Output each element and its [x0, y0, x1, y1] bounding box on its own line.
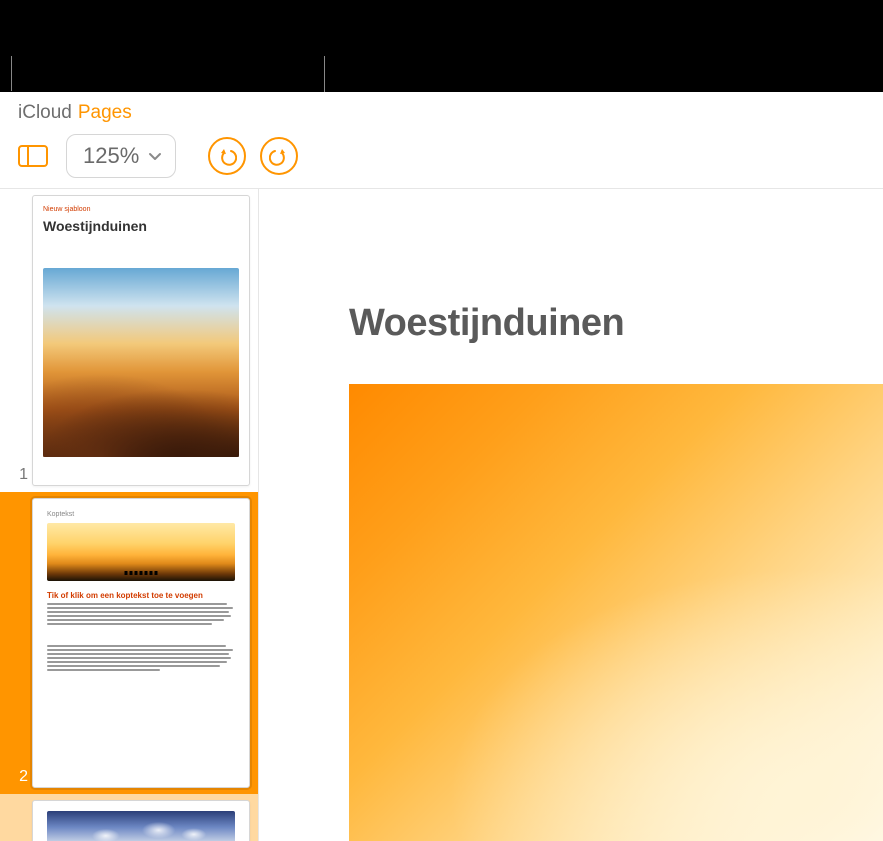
- callout-line: [11, 56, 12, 91]
- thumb-silhouettes: [125, 571, 158, 575]
- brand-row: iCloud Pages: [0, 92, 883, 130]
- redo-button[interactable]: [260, 137, 298, 175]
- thumbnail-row[interactable]: 1 Nieuw sjabloon Woestijnduinen: [0, 189, 258, 492]
- app-window: iCloud Pages 125%: [0, 92, 883, 841]
- thumb-paragraph: [47, 603, 235, 625]
- thumb-title: Woestijnduinen: [43, 218, 147, 234]
- redo-icon: [269, 146, 289, 166]
- thumb-banner-image: [47, 811, 235, 841]
- brand-app: Pages: [78, 102, 132, 124]
- brand-icloud: iCloud: [18, 102, 72, 124]
- view-options-button[interactable]: [14, 137, 52, 175]
- thumb-subhead: Nieuw sjabloon: [43, 206, 90, 213]
- document-hero-image[interactable]: [349, 384, 883, 841]
- thumbnails-list: 1 Nieuw sjabloon Woestijnduinen 2 Koptek…: [0, 189, 258, 841]
- undo-icon: [217, 146, 237, 166]
- page-thumbnail: [32, 800, 250, 841]
- annotation-black-band: [0, 0, 883, 92]
- thumb-hero-image: [43, 268, 239, 457]
- content-area: 1 Nieuw sjabloon Woestijnduinen 2 Koptek…: [0, 189, 883, 841]
- document-editor[interactable]: Woestijnduinen: [259, 189, 883, 841]
- zoom-value: 125%: [83, 143, 139, 169]
- thumb-subhead: Koptekst: [47, 511, 74, 518]
- page-thumbnail: Nieuw sjabloon Woestijnduinen: [32, 195, 250, 486]
- zoom-dropdown[interactable]: 125%: [66, 134, 176, 178]
- view-options-icon: [18, 144, 48, 168]
- thumb-paragraph: [47, 645, 235, 671]
- thumb-clouds: [53, 819, 229, 841]
- page-number: 2: [2, 768, 28, 788]
- page-thumbnails-sidebar: 1 Nieuw sjabloon Woestijnduinen 2 Koptek…: [0, 189, 259, 841]
- thumbnail-row[interactable]: 2 Koptekst Tik of klik om een koptekst t…: [0, 492, 258, 795]
- document-title[interactable]: Woestijnduinen: [349, 302, 624, 345]
- undo-button[interactable]: [208, 137, 246, 175]
- page-thumbnail: Koptekst Tik of klik om een koptekst toe…: [32, 498, 250, 789]
- page-number: 1: [2, 466, 28, 486]
- thumbnail-row[interactable]: 3: [0, 794, 258, 841]
- chevron-down-icon: [147, 148, 163, 164]
- toolbar: 125%: [0, 130, 883, 189]
- thumb-heading: Tik of klik om een koptekst toe te voege…: [47, 591, 203, 600]
- thumb-banner-image: [47, 523, 235, 581]
